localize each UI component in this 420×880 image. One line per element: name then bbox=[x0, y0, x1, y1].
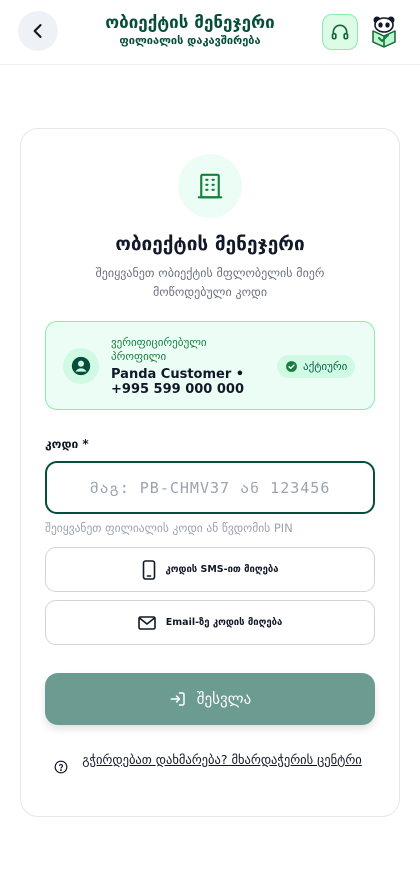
login-card: ობიექტის მენეჯერი შეიყვანეთ ობიექტის მფლ… bbox=[20, 128, 400, 817]
sms-code-button[interactable]: კოდის SMS-ით მიღება bbox=[45, 547, 375, 592]
card-subtitle: შეიყვანეთ ობიექტის მფლობელის მიერ მოწოდე… bbox=[95, 266, 325, 299]
header-titles: ობიექტის მენეჯერი ფილიალის დაკავშირება bbox=[70, 12, 310, 48]
mail-icon bbox=[137, 615, 156, 630]
sms-code-button-label: კოდის SMS-ით მიღება bbox=[165, 564, 279, 575]
avatar bbox=[63, 348, 99, 384]
check-circle-icon bbox=[286, 361, 297, 372]
headset-icon bbox=[331, 24, 349, 40]
profile-label: ვერიფიცირებული პროფილი bbox=[111, 336, 207, 363]
back-button[interactable] bbox=[18, 11, 58, 51]
top-bar: ობიექტის მენეჯერი ფილიალის დაკავშირება bbox=[0, 0, 420, 65]
verified-profile-panel: ვერიფიცირებული პროფილი Panda Customer • … bbox=[45, 321, 375, 410]
login-icon bbox=[170, 692, 185, 706]
email-code-button-label: Email-ზე კოდის მიღება bbox=[165, 617, 283, 628]
page-title: ობიექტის მენეჯერი bbox=[105, 13, 275, 33]
panda-logo-icon bbox=[372, 16, 396, 48]
code-input[interactable] bbox=[45, 461, 375, 514]
page-subtitle: ფილიალის დაკავშირება bbox=[119, 34, 261, 47]
submit-button[interactable]: შესვლა bbox=[45, 673, 375, 725]
phone-icon bbox=[142, 559, 155, 580]
code-field-label: კოდი * bbox=[45, 437, 89, 451]
chevron-left-icon bbox=[33, 24, 42, 38]
building-icon bbox=[197, 173, 223, 199]
email-code-button[interactable]: Email-ზე კოდის მიღება bbox=[45, 600, 375, 645]
support-button[interactable] bbox=[322, 14, 358, 50]
card-title: ობიექტის მენეჯერი bbox=[115, 233, 305, 255]
status-badge: აქტიური bbox=[277, 355, 356, 378]
profile-name: Panda Customer • +995 599 000 000 bbox=[111, 367, 245, 397]
submit-button-label: შესვლა bbox=[196, 690, 252, 708]
help-circle-icon bbox=[54, 760, 68, 774]
hero-icon-circle bbox=[178, 154, 242, 218]
help-center-link[interactable]: გჭირდებათ დახმარება? მხარდაჭერის ცენტრი bbox=[81, 751, 363, 768]
code-field-hint: შეიყვანეთ ფილიალის კოდი ან წვდომის PIN bbox=[45, 521, 293, 535]
status-badge-label: აქტიური bbox=[303, 360, 348, 373]
user-icon bbox=[71, 356, 91, 376]
